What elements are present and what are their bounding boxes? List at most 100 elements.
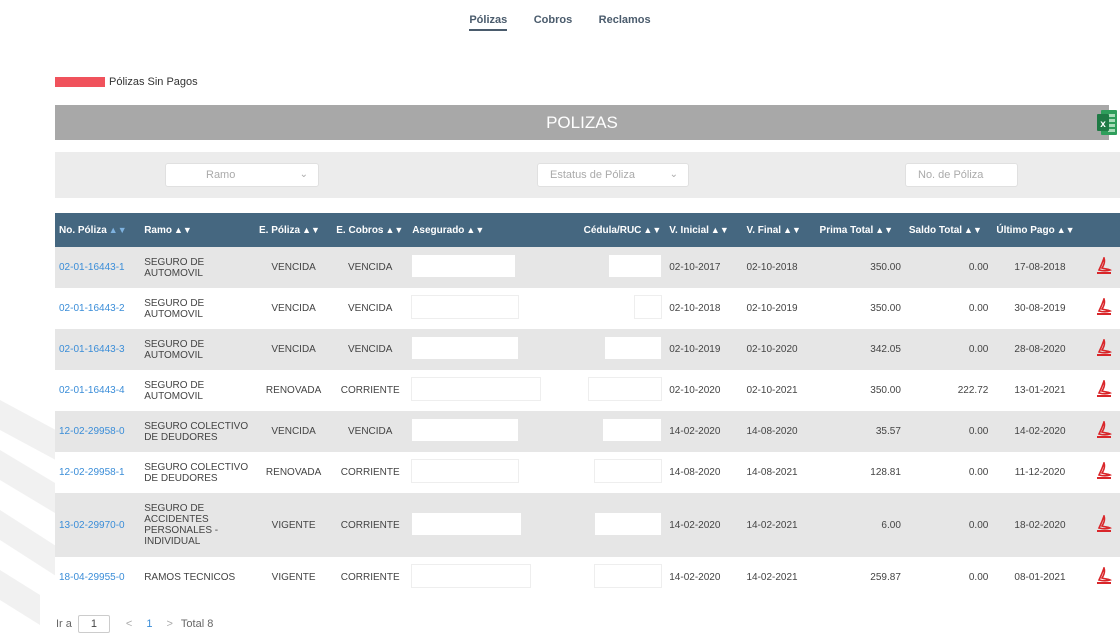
prima-total-cell: 6.00 [815, 493, 905, 557]
poliza-link[interactable]: 12-02-29958-1 [59, 467, 125, 478]
pdf-file-icon[interactable] [1096, 514, 1112, 533]
pdf-cell[interactable] [1087, 288, 1120, 329]
polizas-table: No. Póliza ▲▼ Ramo ▲▼ E. Póliza ▲▼ E. Cobro… [55, 213, 1120, 598]
asegurado-cell [408, 493, 545, 557]
estatus-select[interactable]: Estatus de Póliza ⌄ [537, 163, 689, 187]
poliza-number-link[interactable]: 02-01-16443-4 [55, 370, 141, 411]
nav-reclamos[interactable]: Reclamos [599, 14, 651, 29]
col-header-e-cobros[interactable]: E. Cobros ▲▼ [332, 213, 409, 247]
page-number[interactable]: 1 [146, 618, 152, 630]
col-header-v-final[interactable]: V. Final ▲▼ [742, 213, 816, 247]
sort-arrows-icon[interactable]: ▲▼ [109, 225, 127, 235]
poliza-number-link[interactable]: 02-01-16443-2 [55, 288, 141, 329]
pdf-file-icon[interactable] [1096, 462, 1112, 480]
pdf-file-icon[interactable] [1096, 257, 1112, 275]
vigencia-inicial-cell: 02-10-2019 [665, 329, 743, 370]
ultimo-pago-cell: 14-02-2020 [992, 411, 1088, 452]
redacted-block [605, 337, 662, 359]
poliza-link[interactable]: 02-01-16443-3 [59, 344, 125, 355]
pdf-file-icon[interactable] [1096, 567, 1112, 585]
sort-arrows-icon[interactable]: ▲▼ [643, 225, 661, 235]
poliza-number-link[interactable]: 13-02-29970-0 [55, 493, 141, 557]
cedula-cell [544, 411, 666, 452]
sort-arrows-icon[interactable]: ▲▼ [386, 225, 404, 235]
sort-arrows-icon[interactable]: ▲▼ [875, 225, 893, 235]
table-row[interactable]: 02-01-16443-4 SEGURO DE AUTOMOVIL RENOVADA… [55, 370, 1120, 411]
poliza-link[interactable]: 02-01-16443-1 [59, 262, 125, 273]
poliza-number-input[interactable]: No. de Póliza [905, 163, 1018, 187]
poliza-number-link[interactable]: 02-01-16443-3 [55, 329, 141, 370]
asegurado-cell [408, 288, 545, 329]
ramo-cell: RAMOS TECNICOS [140, 557, 255, 598]
sort-arrows-icon[interactable]: ▲▼ [711, 225, 729, 235]
table-row[interactable]: 02-01-16443-3 SEGURO DE AUTOMOVIL VENCIDA V… [55, 329, 1120, 370]
vigencia-inicial-cell: 14-02-2020 [665, 557, 743, 598]
table-row[interactable]: 12-02-29958-0 SEGURO COLECTIVO DE DEUDORE… [55, 411, 1120, 452]
table-header-row: No. Póliza ▲▼ Ramo ▲▼ E. Póliza ▲▼ E. Cobro… [55, 213, 1120, 247]
pdf-cell[interactable] [1087, 452, 1120, 493]
pdf-file-icon[interactable] [1096, 339, 1112, 357]
chevron-down-icon: ⌄ [669, 169, 678, 180]
goto-page-input[interactable]: 1 [77, 615, 110, 633]
ramo-select[interactable]: Ramo ⌄ [165, 163, 319, 187]
table-row[interactable]: 13-02-29970-0 SEGURO DE ACCIDENTES PERSON… [55, 493, 1120, 557]
pdf-cell[interactable] [1087, 557, 1120, 598]
sort-arrows-icon[interactable]: ▲▼ [174, 225, 192, 235]
table-row[interactable]: 12-02-29958-1 SEGURO COLECTIVO DE DEUDORE… [55, 452, 1120, 493]
sort-arrows-icon[interactable]: ▲▼ [466, 225, 484, 235]
sort-arrows-icon[interactable]: ▲▼ [302, 225, 320, 235]
pdf-cell[interactable] [1087, 493, 1120, 557]
nav-polizas[interactable]: Pólizas [469, 14, 508, 31]
poliza-number-link[interactable]: 18-04-29955-0 [55, 557, 141, 598]
saldo-total-cell: 0.00 [904, 557, 993, 598]
ultimo-pago-cell: 11-12-2020 [992, 452, 1088, 493]
col-header-ramo[interactable]: Ramo ▲▼ [140, 213, 255, 247]
col-header-asegurado[interactable]: Asegurado ▲▼ [408, 213, 545, 247]
sort-arrows-icon[interactable]: ▲▼ [1057, 225, 1075, 235]
pdf-file-icon[interactable] [1096, 298, 1112, 316]
excel-export-icon[interactable]: x [1097, 110, 1117, 135]
next-page-icon[interactable]: > [166, 618, 172, 630]
poliza-number-link[interactable]: 12-02-29958-1 [55, 452, 141, 493]
pdf-cell[interactable] [1087, 370, 1120, 411]
estatus-placeholder: Estatus de Póliza [550, 169, 635, 181]
col-header-poliza[interactable]: No. Póliza ▲▼ [55, 213, 141, 247]
col-header-saldo-total[interactable]: Saldo Total ▲▼ [904, 213, 993, 247]
col-header-cedula[interactable]: Cédula/RUC ▲▼ [544, 213, 666, 247]
redacted-block [412, 460, 519, 482]
vigencia-final-cell: 02-10-2020 [742, 329, 816, 370]
poliza-number-link[interactable]: 12-02-29958-0 [55, 411, 141, 452]
pdf-cell[interactable] [1087, 329, 1120, 370]
table-row[interactable]: 02-01-16443-2 SEGURO DE AUTOMOVIL VENCIDA V… [55, 288, 1120, 329]
poliza-link[interactable]: 13-02-29970-0 [59, 520, 125, 531]
pdf-cell[interactable] [1087, 411, 1120, 452]
col-header-ultimo-pago[interactable]: Último Pago ▲▼ [992, 213, 1088, 247]
poliza-link[interactable]: 02-01-16443-2 [59, 303, 125, 314]
estado-poliza-cell: VENCIDA [254, 247, 333, 288]
sort-arrows-icon[interactable]: ▲▼ [783, 225, 801, 235]
redacted-block [412, 337, 519, 359]
pdf-file-icon[interactable] [1096, 380, 1112, 398]
poliza-link[interactable]: 12-02-29958-0 [59, 426, 125, 437]
prima-total-cell: 259.87 [815, 557, 905, 598]
col-header-v-inicial[interactable]: V. Inicial ▲▼ [665, 213, 743, 247]
redacted-block [412, 419, 519, 441]
prev-page-icon[interactable]: < [126, 618, 132, 630]
table-row[interactable]: 02-01-16443-1 SEGURO DE AUTOMOVIL VENCIDA V… [55, 247, 1120, 288]
estado-poliza-cell: VENCIDA [254, 329, 333, 370]
poliza-link[interactable]: 02-01-16443-4 [59, 385, 125, 396]
vigencia-final-cell: 02-10-2021 [742, 370, 816, 411]
vigencia-inicial-cell: 02-10-2017 [665, 247, 743, 288]
redacted-block [412, 378, 541, 400]
poliza-link[interactable]: 18-04-29955-0 [59, 572, 125, 583]
col-header-e-poliza[interactable]: E. Póliza ▲▼ [254, 213, 333, 247]
table-row[interactable]: 18-04-29955-0 RAMOS TECNICOS VIGENTE CORRIE… [55, 557, 1120, 598]
nav-cobros[interactable]: Cobros [534, 14, 573, 29]
pdf-file-icon[interactable] [1096, 421, 1112, 439]
pdf-cell[interactable] [1087, 247, 1120, 288]
estado-cobros-cell: CORRIENTE [332, 370, 409, 411]
ultimo-pago-cell: 18-02-2020 [992, 493, 1088, 557]
col-header-prima-total[interactable]: Prima Total ▲▼ [815, 213, 905, 247]
poliza-number-link[interactable]: 02-01-16443-1 [55, 247, 141, 288]
sort-arrows-icon[interactable]: ▲▼ [964, 225, 982, 235]
